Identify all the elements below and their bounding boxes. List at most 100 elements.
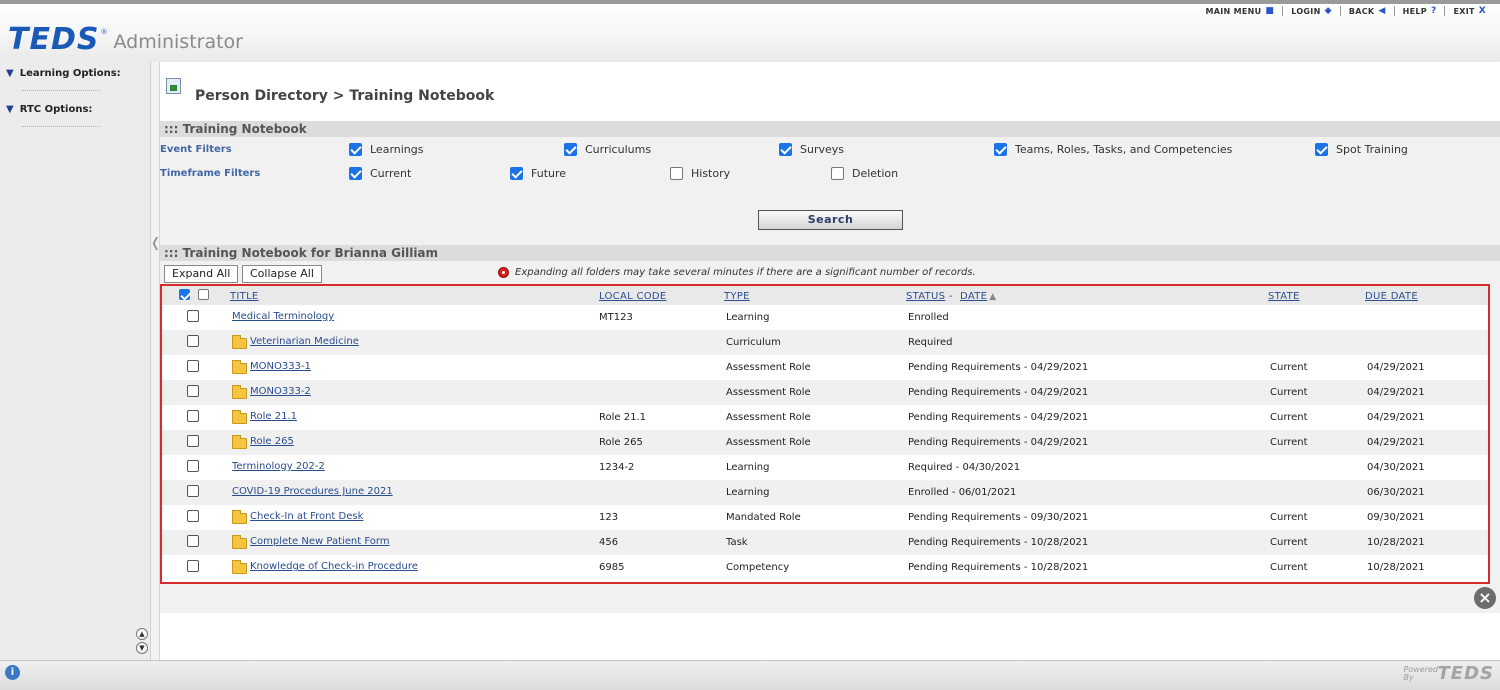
current-checkbox[interactable] [349, 167, 362, 180]
folder-icon[interactable] [232, 410, 247, 424]
filter-current[interactable]: Current [349, 167, 411, 180]
powered-by: Powered By TEDS [1404, 663, 1494, 684]
filter-learnings[interactable]: Learnings [349, 143, 424, 156]
expand-all-button[interactable]: Expand All [164, 265, 239, 283]
col-due-date[interactable]: DUE DATE [1365, 291, 1418, 302]
filter-history[interactable]: History [670, 167, 730, 180]
row-title-link[interactable]: Veterinarian Medicine [250, 336, 359, 347]
folder-icon[interactable] [232, 385, 247, 399]
spot-training-checkbox[interactable] [1315, 143, 1328, 156]
back-arrow-icon: ◀ [1378, 6, 1386, 16]
search-button[interactable]: Search [758, 210, 903, 230]
curriculums-checkbox[interactable] [564, 143, 577, 156]
row-title-link[interactable]: Terminology 202-2 [232, 461, 325, 472]
row-status: Pending Requirements - 09/30/2021 [908, 512, 1089, 523]
row-type: Learning [726, 312, 770, 323]
sidebar-item-rtc-options[interactable]: ▼ RTC Options: [6, 104, 92, 115]
row-status: Pending Requirements - 10/28/2021 [908, 537, 1089, 548]
row-title-link[interactable]: Role 265 [250, 436, 294, 447]
teams-roles-checkbox[interactable] [994, 143, 1007, 156]
row-title-link[interactable]: MONO333-1 [250, 361, 311, 372]
filter-future[interactable]: Future [510, 167, 566, 180]
back-link[interactable]: BACK ◀ [1341, 6, 1395, 16]
top-header: MAIN MENU ■ LOGIN ◆ BACK ◀ HELP? EXIT X TEDS… [0, 0, 1500, 62]
folder-icon[interactable] [232, 510, 247, 524]
row-state: Current [1270, 387, 1308, 398]
row-local-code: Role 21.1 [599, 412, 646, 423]
row-checkbox[interactable] [187, 410, 199, 422]
row-checkbox[interactable] [187, 510, 199, 522]
row-title-link[interactable]: COVID-19 Procedures June 2021 [232, 486, 393, 497]
col-status-separator: - [949, 291, 953, 302]
scroll-down-icon[interactable]: ▼ [136, 642, 148, 654]
row-local-code: 6985 [599, 562, 625, 573]
row-checkbox[interactable] [187, 485, 199, 497]
row-checkbox[interactable] [187, 335, 199, 347]
col-title[interactable]: TITLE [230, 291, 259, 302]
row-type: Curriculum [726, 337, 781, 348]
help-link[interactable]: HELP? [1395, 6, 1446, 16]
history-checkbox[interactable] [670, 167, 683, 180]
exit-link[interactable]: EXIT X [1445, 6, 1494, 16]
col-type[interactable]: TYPE [724, 291, 750, 302]
row-local-code: 123 [599, 512, 619, 523]
row-due-date: 10/28/2021 [1367, 562, 1425, 573]
col-local-code[interactable]: LOCAL CODE [599, 291, 667, 302]
row-title-link[interactable]: Check-In at Front Desk [250, 511, 363, 522]
folder-icon[interactable] [232, 435, 247, 449]
row-state: Current [1270, 437, 1308, 448]
row-title-link[interactable]: Complete New Patient Form [250, 536, 390, 547]
row-type: Assessment Role [726, 387, 811, 398]
row-title-link[interactable]: Medical Terminology [232, 311, 334, 322]
row-type: Mandated Role [726, 512, 801, 523]
row-checkbox[interactable] [187, 460, 199, 472]
row-state: Current [1270, 562, 1308, 573]
filter-surveys[interactable]: Surveys [779, 143, 844, 156]
filter-deletion[interactable]: Deletion [831, 167, 898, 180]
close-icon[interactable]: × [1474, 587, 1496, 609]
folder-icon[interactable] [232, 335, 247, 349]
sidebar-splitter[interactable] [151, 62, 160, 660]
row-due-date: 06/30/2021 [1367, 487, 1425, 498]
timeframe-filters-label: Timeframe Filters [160, 168, 261, 179]
table-row: Medical Terminology MT123 Learning Enrolled [162, 305, 1488, 330]
filter-teams-roles[interactable]: Teams, Roles, Tasks, and Competencies [994, 143, 1232, 156]
row-checkbox[interactable] [187, 360, 199, 372]
scroll-up-icon[interactable]: ▲ [136, 628, 148, 640]
folder-icon[interactable] [232, 360, 247, 374]
filter-spot-training[interactable]: Spot Training [1315, 143, 1408, 156]
row-due-date: 10/28/2021 [1367, 537, 1425, 548]
row-checkbox[interactable] [187, 385, 199, 397]
col-status[interactable]: STATUS [906, 291, 945, 302]
login-link[interactable]: LOGIN ◆ [1283, 6, 1341, 16]
learnings-checkbox[interactable] [349, 143, 362, 156]
training-notebook-header: ::: Training Notebook [160, 121, 1500, 137]
folder-icon[interactable] [232, 560, 247, 574]
row-checkbox[interactable] [187, 310, 199, 322]
future-checkbox[interactable] [510, 167, 523, 180]
select-none-checkbox[interactable] [198, 289, 209, 300]
select-all-checked-icon[interactable] [179, 289, 190, 300]
filter-curriculums[interactable]: Curriculums [564, 143, 651, 156]
row-title-link[interactable]: MONO333-2 [250, 386, 311, 397]
row-type: Assessment Role [726, 362, 811, 373]
row-checkbox[interactable] [187, 435, 199, 447]
table-row: Terminology 202-2 1234-2 Learning Required … [162, 455, 1488, 480]
row-checkbox[interactable] [187, 560, 199, 572]
row-title-link[interactable]: Knowledge of Check-in Procedure [250, 561, 418, 572]
folder-icon[interactable] [232, 535, 247, 549]
footer: i Powered By TEDS [0, 660, 1500, 690]
row-checkbox[interactable] [187, 535, 199, 547]
row-due-date: 04/29/2021 [1367, 387, 1425, 398]
deletion-checkbox[interactable] [831, 167, 844, 180]
info-icon[interactable]: i [5, 665, 20, 680]
sidebar-item-learning-options[interactable]: ▼ Learning Options: [6, 68, 121, 79]
top-nav: MAIN MENU ■ LOGIN ◆ BACK ◀ HELP? EXIT X [1197, 4, 1494, 18]
collapse-all-button[interactable]: Collapse All [242, 265, 322, 283]
col-state[interactable]: STATE [1268, 291, 1300, 302]
surveys-checkbox[interactable] [779, 143, 792, 156]
main-menu-link[interactable]: MAIN MENU ■ [1197, 6, 1284, 16]
col-date[interactable]: DATE ▲ [960, 291, 996, 302]
row-title-link[interactable]: Role 21.1 [250, 411, 297, 422]
row-state: Current [1270, 537, 1308, 548]
